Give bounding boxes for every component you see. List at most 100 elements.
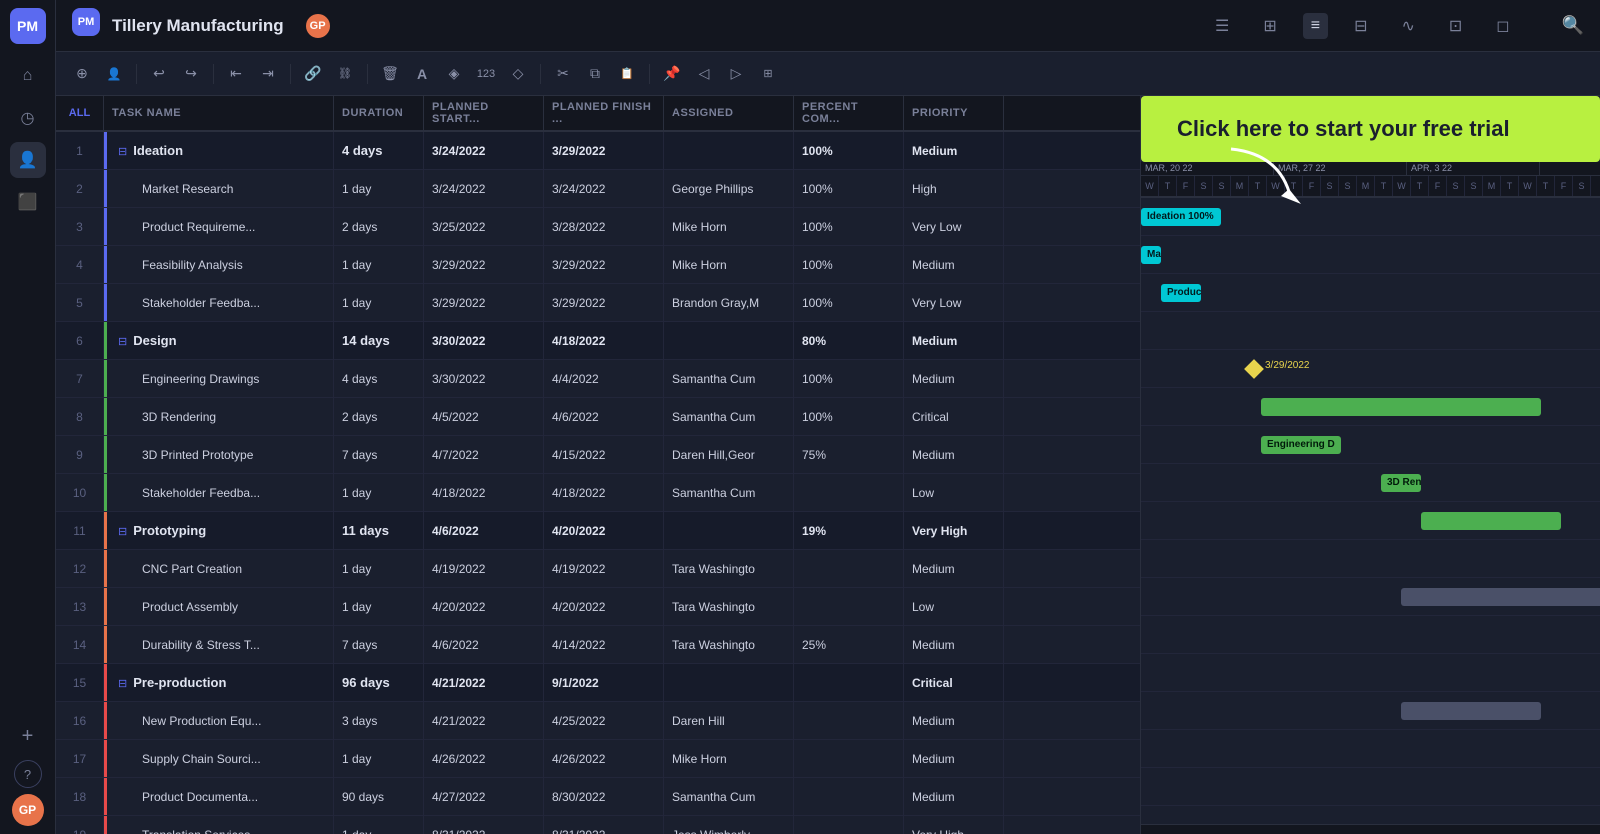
day-T4: T xyxy=(1375,176,1393,196)
link-button[interactable]: 🔗 xyxy=(299,60,327,88)
assigned-cell xyxy=(664,132,794,169)
paste-button[interactable]: 📋 xyxy=(613,60,641,88)
task-name-cell: Engineering Drawings xyxy=(104,360,334,397)
table-row[interactable]: 7 Engineering Drawings 4 days 3/30/2022 … xyxy=(56,360,1140,398)
table-view-btn[interactable]: ⊟ xyxy=(1346,12,1375,40)
sidebar-item-clock[interactable]: ◷ xyxy=(10,100,46,136)
calendar-view-btn[interactable]: ⊡ xyxy=(1441,12,1470,40)
table-row[interactable]: 5 Stakeholder Feedba... 1 day 3/29/2022 … xyxy=(56,284,1140,322)
percent-cell: 100% xyxy=(794,170,904,207)
undo-button[interactable]: ↩ xyxy=(145,60,173,88)
duration-cell: 3 days xyxy=(334,702,424,739)
row-number: 5 xyxy=(56,284,104,321)
add-task-button[interactable]: ⊕ xyxy=(68,60,96,88)
horizontal-scrollbar[interactable] xyxy=(1141,824,1600,834)
sidebar-item-home[interactable]: ⌂ xyxy=(10,58,46,94)
duration-cell: 1 day xyxy=(334,170,424,207)
cut-button[interactable]: ✂ xyxy=(549,60,577,88)
priority-cell: Very High xyxy=(904,816,1004,834)
outdent-button[interactable]: ⇤ xyxy=(222,60,250,88)
chart-row: 3/29/2022 xyxy=(1141,350,1600,388)
row-number: 10 xyxy=(56,474,104,511)
sidebar-add-icon[interactable]: + xyxy=(10,718,46,754)
finish-cell: 4/15/2022 xyxy=(544,436,664,473)
column-view-btn[interactable]: ⊞ xyxy=(1255,12,1284,40)
topbar: PM Tillery Manufacturing GP ☰ ⊞ ≡ ⊟ ∿ ⊡ … xyxy=(56,0,1600,52)
search-icon[interactable]: 🔍 xyxy=(1562,15,1584,36)
table-row[interactable]: 2 Market Research 1 day 3/24/2022 3/24/2… xyxy=(56,170,1140,208)
delete-button[interactable]: 🗑 xyxy=(376,60,404,88)
timeline-view-btn[interactable]: ∿ xyxy=(1393,12,1422,40)
add-person-button[interactable]: 👤 xyxy=(100,60,128,88)
table-row[interactable]: 17 Supply Chain Sourci... 1 day 4/26/202… xyxy=(56,740,1140,778)
indent-button[interactable]: ⇥ xyxy=(254,60,282,88)
finish-cell: 4/4/2022 xyxy=(544,360,664,397)
table-row[interactable]: 10 Stakeholder Feedba... 1 day 4/18/2022… xyxy=(56,474,1140,512)
day-W1: W xyxy=(1141,176,1159,196)
table-row[interactable]: 4 Feasibility Analysis 1 day 3/29/2022 3… xyxy=(56,246,1140,284)
extra-button-2[interactable]: ▷ xyxy=(722,60,750,88)
duration-cell: 1 day xyxy=(334,588,424,625)
row-color-indicator xyxy=(104,132,107,169)
table-row[interactable]: 12 CNC Part Creation 1 day 4/19/2022 4/1… xyxy=(56,550,1140,588)
task-name-cell: Supply Chain Sourci... xyxy=(104,740,334,777)
day-S7: S xyxy=(1573,176,1591,196)
task-name-cell: Translation Services xyxy=(104,816,334,834)
user-avatar[interactable]: GP xyxy=(12,794,44,826)
table-row[interactable]: 19 Translation Services 1 day 8/31/2022 … xyxy=(56,816,1140,834)
pin-button[interactable]: 📌 xyxy=(658,60,686,88)
priority-cell: Low xyxy=(904,588,1004,625)
assigned-cell: Samantha Cum xyxy=(664,474,794,511)
group-toggle-icon[interactable]: ⊟ xyxy=(118,336,127,348)
duration-cell: 7 days xyxy=(334,436,424,473)
table-row[interactable]: 16 New Production Equ... 3 days 4/21/202… xyxy=(56,702,1140,740)
cta-banner[interactable]: Click here to start your free trial xyxy=(1141,96,1600,162)
content-area: ALL TASK NAME DURATION PLANNED START... … xyxy=(56,96,1600,834)
col-priority: PRIORITY xyxy=(904,96,1004,130)
table-row[interactable]: 14 Durability & Stress T... 7 days 4/6/2… xyxy=(56,626,1140,664)
group-toggle-icon[interactable]: ⊟ xyxy=(118,146,127,158)
row-number: 7 xyxy=(56,360,104,397)
shape-button[interactable]: ◇ xyxy=(504,60,532,88)
text-button[interactable]: A xyxy=(408,60,436,88)
start-cell: 4/27/2022 xyxy=(424,778,544,815)
table-row[interactable]: 15 ⊟Pre-production 96 days 4/21/2022 9/1… xyxy=(56,664,1140,702)
list-view-btn[interactable]: ☰ xyxy=(1207,12,1237,40)
table-row[interactable]: 11 ⊟Prototyping 11 days 4/6/2022 4/20/20… xyxy=(56,512,1140,550)
task-name-text: Supply Chain Sourci... xyxy=(118,752,261,766)
extra-button-3[interactable]: ⊞ xyxy=(754,60,782,88)
table-row[interactable]: 6 ⊟Design 14 days 3/30/2022 4/18/2022 80… xyxy=(56,322,1140,360)
copy-button[interactable]: ⧉ xyxy=(581,60,609,88)
table-row[interactable]: 9 3D Printed Prototype 7 days 4/7/2022 4… xyxy=(56,436,1140,474)
table-row[interactable]: 1 ⊟Ideation 4 days 3/24/2022 3/29/2022 1… xyxy=(56,132,1140,170)
fill-button[interactable]: ◈ xyxy=(440,60,468,88)
table-row[interactable]: 3 Product Requireme... 2 days 3/25/2022 … xyxy=(56,208,1140,246)
assigned-cell: Daren Hill,Geor xyxy=(664,436,794,473)
task-name-cell: Product Assembly xyxy=(104,588,334,625)
group-toggle-icon[interactable]: ⊟ xyxy=(118,678,127,690)
gantt-bar: Engineering D xyxy=(1261,436,1341,454)
extra-button-1[interactable]: ◁ xyxy=(690,60,718,88)
row-color-indicator xyxy=(104,512,107,549)
sidebar-help-icon[interactable]: ? xyxy=(14,760,42,788)
avatar-1[interactable]: GP xyxy=(304,12,332,40)
unlink-button[interactable]: ⛓ xyxy=(331,60,359,88)
sidebar-item-people[interactable]: 👤 xyxy=(10,142,46,178)
duration-cell: 1 day xyxy=(334,816,424,834)
number-button[interactable]: 123 xyxy=(472,60,500,88)
group-toggle-icon[interactable]: ⊟ xyxy=(118,526,127,538)
table-row[interactable]: 8 3D Rendering 2 days 4/5/2022 4/6/2022 … xyxy=(56,398,1140,436)
duration-cell: 4 days xyxy=(334,360,424,397)
redo-button[interactable]: ↪ xyxy=(177,60,205,88)
table-row[interactable]: 18 Product Documenta... 90 days 4/27/202… xyxy=(56,778,1140,816)
col-all[interactable]: ALL xyxy=(56,96,104,130)
gantt-view-btn[interactable]: ≡ xyxy=(1303,13,1328,39)
row-number: 2 xyxy=(56,170,104,207)
app-logo[interactable]: PM xyxy=(10,8,46,44)
table-row[interactable]: 13 Product Assembly 1 day 4/20/2022 4/20… xyxy=(56,588,1140,626)
row-color-indicator xyxy=(104,436,107,473)
gantt-diamond-marker xyxy=(1244,359,1264,379)
docs-view-btn[interactable]: ◻ xyxy=(1488,12,1517,40)
row-number: 16 xyxy=(56,702,104,739)
sidebar-item-briefcase[interactable]: ⬛ xyxy=(10,184,46,220)
